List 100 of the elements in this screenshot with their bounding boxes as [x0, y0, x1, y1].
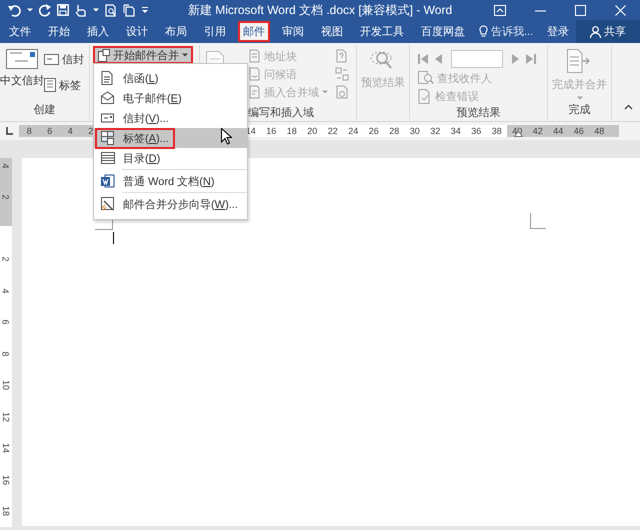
label-sheet-icon — [101, 131, 115, 145]
ruler-number: 30 — [408, 126, 421, 136]
redo-icon[interactable] — [39, 4, 51, 16]
ruler-number: 46 — [572, 126, 585, 136]
caret-icon — [576, 96, 582, 100]
menu-item[interactable]: 标签(A)... — [94, 128, 247, 148]
collapse-ribbon-icon[interactable] — [624, 104, 633, 110]
ribbon-tab[interactable]: 视图 — [316, 21, 348, 42]
ruler-number: 26 — [368, 126, 380, 136]
ruler-number: 18 — [1, 506, 11, 516]
mouse-pointer-icon — [221, 128, 232, 145]
ruler-number: 6 — [1, 320, 11, 324]
ruler-number: 36 — [470, 126, 482, 136]
ruler-number: 32 — [429, 126, 442, 136]
record-field[interactable] — [451, 50, 503, 68]
ribbon-button[interactable]: 标签 — [44, 76, 84, 94]
menu-item[interactable]: 电子邮件(E) — [94, 88, 247, 108]
find-recipient-icon — [418, 71, 434, 85]
ruler-number: 16 — [1, 474, 11, 484]
undo-icon[interactable] — [8, 4, 21, 16]
ribbon-tab[interactable]: 开发工具 — [355, 21, 409, 42]
check-errors-icon — [418, 88, 432, 104]
group-label: 完成 — [568, 102, 592, 118]
save-icon[interactable] — [57, 4, 69, 16]
ruler-number: 4 — [1, 288, 11, 293]
text-cursor — [113, 232, 114, 244]
caret-icon — [322, 90, 328, 94]
close-icon[interactable] — [614, 4, 626, 16]
letter-icon — [101, 71, 115, 85]
ruler-number: 48 — [593, 126, 606, 136]
ruler-number: 22 — [326, 126, 339, 136]
ruler-number: 2 — [1, 194, 11, 200]
ribbon-display-icon[interactable] — [494, 4, 506, 16]
document-arrow-icon — [566, 49, 592, 73]
ribbon-tab[interactable]: 百度网盘 — [416, 21, 470, 42]
ribbon-tab[interactable]: 文件 — [4, 21, 36, 42]
ribbon-tab[interactable]: 布局 — [160, 21, 192, 42]
ruler-number: 16 — [265, 126, 278, 136]
group-label: 创建 — [32, 103, 56, 118]
ribbon-tab[interactable]: 设计 — [121, 21, 153, 42]
person-icon — [590, 26, 601, 38]
menu-item[interactable]: 目录(D) — [94, 148, 247, 168]
maximize-icon[interactable] — [574, 4, 586, 16]
lightbulb-icon[interactable] — [479, 25, 488, 38]
ruler-number: 10 — [1, 380, 11, 390]
tab-stop-icon[interactable] — [5, 127, 13, 135]
rules-icon — [335, 49, 349, 63]
directory-icon — [101, 151, 115, 165]
envelope-icon — [6, 49, 38, 69]
ribbon-tab[interactable]: 邮件 — [238, 21, 270, 42]
greeting-icon — [248, 67, 261, 81]
ruler-number: 20 — [306, 126, 318, 136]
ruler-number: 42 — [532, 126, 544, 136]
address-block-icon — [248, 49, 261, 63]
window-title: 新建 Microsoft Word 文档 .docx [兼容模式] - Word — [186, 2, 454, 18]
caret-icon[interactable] — [27, 8, 33, 12]
envelope-icon — [101, 111, 115, 125]
share-button[interactable]: 共享 — [576, 20, 640, 43]
chinese-envelope-button[interactable]: 中文信封 — [0, 45, 44, 102]
ruler-number: 4 — [66, 126, 74, 136]
ruler-number: 18 — [286, 126, 298, 136]
wizard-icon — [101, 197, 115, 211]
ribbon-tab[interactable]: 插入 — [82, 21, 114, 42]
ruler-number: 2 — [1, 256, 11, 262]
ribbon-button[interactable]: 信封 — [44, 50, 84, 69]
print-preview-icon[interactable] — [105, 4, 117, 16]
group-label: 编写和插入域 — [247, 106, 315, 121]
ribbon-tab[interactable]: 引用 — [199, 21, 231, 42]
ruler-number: 4 — [1, 163, 11, 168]
ribbon-tab[interactable]: 审阅 — [277, 21, 309, 42]
customize-icon[interactable] — [141, 6, 149, 14]
label-sheet-icon — [44, 78, 56, 92]
menu-item[interactable]: 普通 Word 文档(N) — [94, 171, 247, 191]
update-labels-icon — [335, 85, 349, 99]
ruler-number: 2 — [87, 126, 94, 136]
ruler-number: 28 — [388, 126, 400, 136]
sign-in-link[interactable]: 登录 — [544, 24, 572, 39]
document-icon[interactable] — [123, 4, 135, 16]
tell-me-field[interactable]: 告诉我... — [491, 26, 543, 38]
ruler-number: 24 — [347, 126, 360, 136]
menu-item[interactable]: 邮件合并分步向导(W)... — [94, 194, 247, 214]
merge-field-icon — [248, 85, 261, 99]
ruler-number: 8 — [26, 126, 33, 136]
touch-mode-icon[interactable] — [75, 4, 87, 16]
ruler-number: 14 — [1, 443, 11, 453]
menu-item[interactable]: 信函(L) — [94, 68, 247, 88]
ruler-number: 6 — [46, 126, 54, 136]
match-fields-icon — [335, 67, 349, 81]
ruler-number: 44 — [552, 126, 564, 136]
start-mail-merge-button[interactable]: 开始邮件合并 — [93, 46, 193, 64]
ribbon-tab[interactable]: 开始 — [43, 21, 75, 42]
ruler-number: 8 — [1, 351, 11, 356]
group-label: 预览结果 — [456, 106, 502, 121]
word-document-icon — [101, 174, 115, 188]
caret-icon[interactable] — [93, 8, 99, 12]
ruler-number: 38 — [490, 126, 503, 136]
menu-item[interactable]: 信封(V)... — [94, 108, 247, 128]
envelope-icon — [44, 54, 59, 66]
ruler-number: 34 — [450, 126, 462, 136]
ruler-number: 12 — [1, 412, 11, 422]
